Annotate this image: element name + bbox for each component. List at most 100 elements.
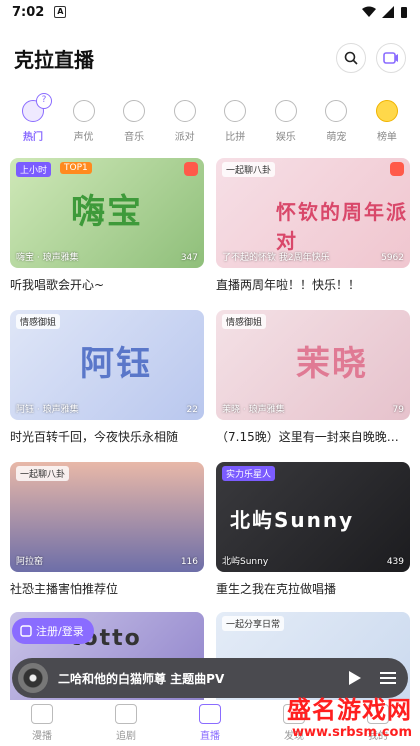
- m-logo-icon: [31, 704, 53, 724]
- room-tag: 上小时: [16, 162, 52, 177]
- trophy-icon: [375, 100, 398, 122]
- album-disc-icon: [18, 663, 48, 693]
- nav-label: 追剧: [116, 731, 136, 742]
- category-battle[interactable]: 比拼: [212, 100, 258, 146]
- room-card[interactable]: 情感御姐 阿钰 阿钰 · 琅声雅集 22 时光百转千回，今夜快乐永相随: [10, 310, 204, 445]
- swords-icon: [224, 100, 247, 122]
- category-label: 比拼: [225, 132, 246, 143]
- video-camera-icon: [383, 52, 398, 64]
- host-name: 阿拉窑: [16, 557, 44, 567]
- play-icon[interactable]: [348, 670, 362, 686]
- player-title: 二哈和他的白猫师尊 主题曲PV: [58, 671, 225, 686]
- room-title: 社恐主播害怕推荐位: [10, 582, 119, 596]
- category-bar: 热门 声优 音乐 派对 比拼 娱乐 萌宠 榜单: [0, 93, 420, 146]
- category-label: 娱乐: [275, 132, 296, 143]
- cover-text: 嗨宝: [71, 192, 143, 232]
- room-tag: 情感御姐: [16, 314, 61, 329]
- login-label: 注册/登录: [36, 625, 84, 638]
- room-tag: 一起聊八卦: [16, 466, 70, 481]
- site-watermark: 盛名游戏网 www.srbsm.com: [287, 690, 412, 740]
- status-bar: 7:02 A: [0, 0, 420, 24]
- nav-label: 直播: [200, 731, 220, 742]
- star-icon: [115, 704, 137, 724]
- room-card[interactable]: 情感御姐 茉晓 茉晓 · 琅声雅集 79 （7.15晚）这里有一封来自晚晚的..…: [216, 310, 410, 445]
- wifi-icon: [362, 6, 376, 17]
- category-music[interactable]: 音乐: [111, 100, 157, 146]
- nav-manbo[interactable]: 漫播: [12, 704, 72, 742]
- room-tag: 实力乐星人: [222, 466, 276, 481]
- playlist-icon[interactable]: [380, 671, 396, 685]
- gift-icon: [184, 162, 198, 176]
- mic-icon: [72, 100, 95, 122]
- room-card[interactable]: 一起聊八卦 怀钦的周年派对 了不起的怀钦 我2周年快乐 5962 直播两周年啦！…: [216, 158, 410, 293]
- live-video-button[interactable]: [376, 43, 406, 73]
- app-header: 克拉直播: [0, 36, 420, 80]
- room-cover: 上小时 TOP1 嗨宝 嗨宝 · 琅声雅集 347: [10, 158, 204, 268]
- party-icon: [173, 100, 196, 122]
- music-icon: [123, 100, 146, 122]
- search-icon: [344, 51, 358, 65]
- room-cover: 一起聊八卦 阿拉窑 116: [10, 462, 204, 572]
- app-title: 克拉直播: [14, 47, 94, 72]
- nav-drama[interactable]: 追剧: [96, 704, 156, 742]
- host-name: 嗨宝 · 琅声雅集: [16, 253, 79, 263]
- room-card[interactable]: 一起聊八卦 阿拉窑 116 社恐主播害怕推荐位: [10, 462, 204, 597]
- category-party[interactable]: 派对: [162, 100, 208, 146]
- cover-text: 阿钰: [80, 344, 152, 384]
- category-rank[interactable]: 榜单: [364, 100, 410, 146]
- viewer-count: 79: [392, 405, 404, 415]
- notification-a-icon: A: [54, 6, 67, 18]
- room-tag: 一起分享日常: [222, 616, 285, 631]
- category-voice[interactable]: 声优: [61, 100, 107, 146]
- header-actions: [336, 43, 406, 73]
- category-entertain[interactable]: 娱乐: [263, 100, 309, 146]
- cat-icon: [325, 100, 348, 122]
- cover-text: 怀钦的周年派对: [276, 200, 408, 253]
- room-cover: 情感御姐 茉晓 茉晓 · 琅声雅集 79: [216, 310, 410, 420]
- status-right: [362, 6, 408, 19]
- room-card[interactable]: 上小时 TOP1 嗨宝 嗨宝 · 琅声雅集 347 听我唱歌会开心~: [10, 158, 204, 293]
- viewer-count: 5962: [381, 253, 404, 263]
- gift-icon: [390, 162, 404, 176]
- category-label: 派对: [174, 132, 195, 143]
- category-label: 榜单: [376, 132, 397, 143]
- cover-text: 北屿Sunny: [230, 508, 355, 532]
- status-time: 7:02: [12, 4, 45, 20]
- room-title: 直播两周年啦！！快乐！！: [216, 278, 361, 292]
- category-hot[interactable]: 热门: [10, 93, 56, 146]
- signal-icon: [382, 6, 394, 18]
- room-cover: 情感御姐 阿钰 阿钰 · 琅声雅集 22: [10, 310, 204, 420]
- category-label: 声优: [73, 132, 94, 143]
- user-icon: [20, 625, 32, 637]
- player-controls: [348, 670, 396, 686]
- cover-text: 茉晓: [296, 344, 368, 384]
- battery-icon: [401, 6, 407, 18]
- room-title: 时光百转千回，今夜快乐永相随: [10, 430, 179, 444]
- viewer-count: 439: [386, 557, 404, 567]
- room-tag: 一起聊八卦: [222, 162, 276, 177]
- host-name: 阿钰 · 琅声雅集: [16, 405, 79, 415]
- live-icon: [199, 704, 221, 724]
- smile-icon: [274, 100, 297, 122]
- room-cover: 实力乐星人 北屿Sunny 北屿Sunny 439: [216, 462, 410, 572]
- host-name: 北屿Sunny: [222, 557, 269, 567]
- host-name: 了不起的怀钦 我2周年快乐: [222, 253, 330, 263]
- viewer-count: 116: [180, 557, 198, 567]
- room-tag: 情感御姐: [222, 314, 267, 329]
- viewer-count: 347: [180, 253, 198, 263]
- viewer-count: 22: [186, 405, 198, 415]
- search-button[interactable]: [336, 43, 366, 73]
- host-name: 茉晓 · 琅声雅集: [222, 405, 285, 415]
- app-screen: 7:02 A 克拉直播 热门 声优 音乐 派对 比拼 娱乐 萌宠 榜单 上小: [0, 0, 420, 746]
- category-label: 音乐: [124, 132, 145, 143]
- login-button[interactable]: 注册/登录: [12, 618, 94, 644]
- nav-live[interactable]: 直播: [180, 704, 240, 742]
- rank-badge: TOP1: [60, 162, 92, 174]
- room-title: 重生之我在克拉做唱播: [216, 582, 337, 596]
- nav-label: 漫播: [32, 731, 52, 742]
- category-pet[interactable]: 萌宠: [313, 100, 359, 146]
- watermark-line2: www.srbsm.com: [292, 725, 412, 740]
- room-title: 听我唱歌会开心~: [10, 278, 105, 292]
- room-title: （7.15晚）这里有一封来自晚晚的...: [216, 430, 410, 444]
- room-card[interactable]: 实力乐星人 北屿Sunny 北屿Sunny 439 重生之我在克拉做唱播: [216, 462, 410, 597]
